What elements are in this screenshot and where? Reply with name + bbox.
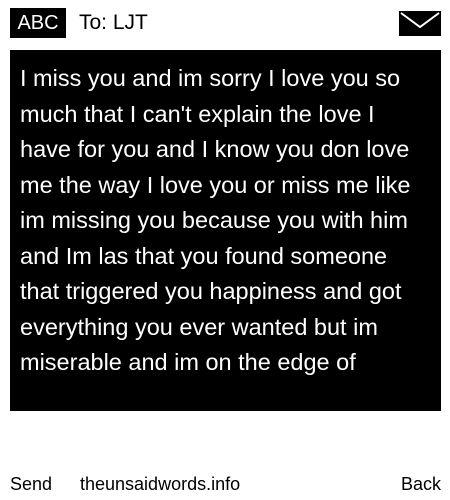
envelope-icon	[399, 11, 441, 36]
message-body-text: I miss you and im sorry I love you so mu…	[20, 65, 411, 375]
input-mode-badge: ABC	[10, 8, 66, 38]
message-body-area[interactable]: I miss you and im sorry I love you so mu…	[10, 50, 441, 411]
back-softkey[interactable]: Back	[401, 473, 441, 495]
recipient-label: To: LJT	[79, 11, 148, 34]
site-label: theunsaidwords.info	[80, 474, 241, 494]
send-softkey[interactable]: Send	[10, 473, 52, 495]
